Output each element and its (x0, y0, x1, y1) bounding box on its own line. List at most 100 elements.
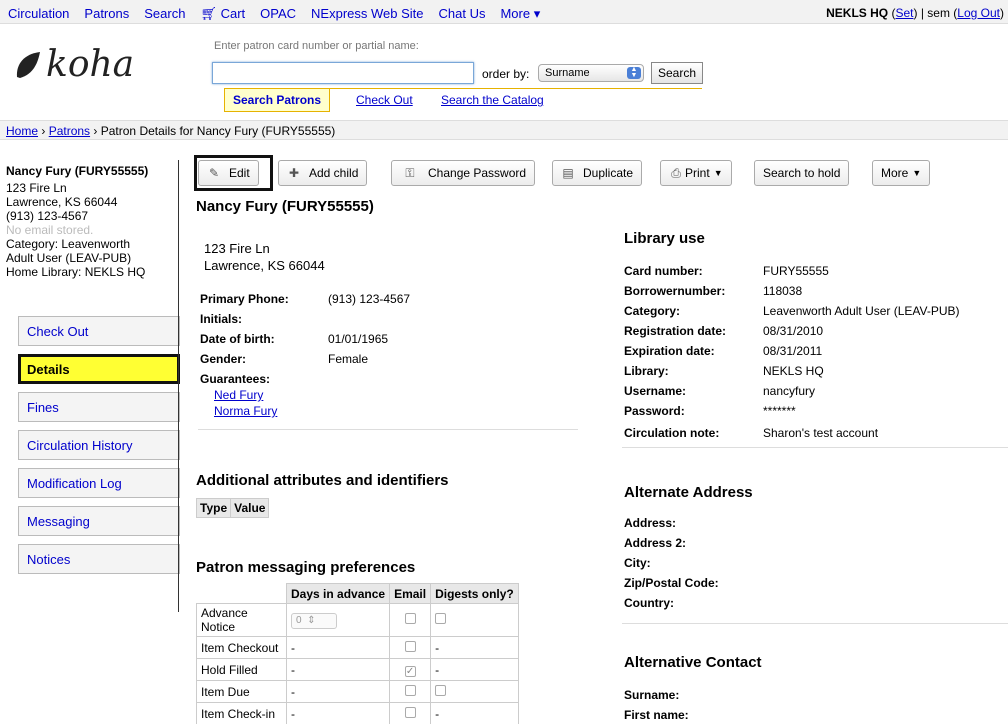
patron-title: Nancy Fury (FURY55555) (196, 198, 374, 215)
column-divider (178, 160, 179, 612)
patron-toolbar: ✎ Edit ✚ Add child ⚿ Change Password ▤ D… (186, 155, 1008, 191)
user-name: | sem ( (920, 6, 958, 20)
guarantee-link[interactable]: Ned Fury (214, 388, 263, 402)
breadcrumb-patrons[interactable]: Patrons (49, 124, 90, 138)
registration-date-label: Registration date: (624, 324, 727, 338)
print-button[interactable]: ⎙ Print ▼ (660, 160, 732, 186)
sidebar-item-check-out[interactable]: Check Out (18, 316, 180, 346)
username-label: Username: (624, 384, 687, 398)
table-row: Item Checkout - - (196, 636, 519, 659)
add-child-button[interactable]: ✚ Add child (278, 160, 368, 186)
gender-label: Gender: (200, 352, 247, 366)
summary-category-cont: Adult User (LEAV-PUB) (6, 251, 132, 265)
days-in-advance-stepper[interactable]: 0 ⇕ (291, 612, 337, 629)
alt-country-label: Country: (624, 596, 674, 610)
tab-check-out[interactable]: Check Out (356, 93, 413, 107)
tab-search-patrons[interactable]: Search Patrons (224, 89, 331, 112)
guarantee-link[interactable]: Norma Fury (214, 404, 277, 418)
message-type: Hold Filled (196, 658, 287, 681)
logo-text: koha (46, 44, 135, 85)
duplicate-button[interactable]: ▤ Duplicate (552, 160, 643, 186)
breadcrumb-sep: › (41, 124, 46, 138)
cart-icon: 🛒︎ (200, 6, 217, 21)
breadcrumb-home[interactable]: Home (6, 124, 38, 138)
koha-leaf-icon (16, 51, 40, 78)
email-checkbox-checked[interactable]: ✓ (404, 665, 416, 677)
email-checkbox[interactable] (404, 706, 416, 718)
email-checkbox[interactable] (404, 684, 416, 696)
username-value: nancyfury (763, 384, 816, 398)
sidebar-item-circulation-history[interactable]: Circulation History (18, 430, 180, 460)
search-button[interactable]: Search (651, 62, 703, 84)
message-type: Advance Notice (196, 603, 287, 637)
digest-cell: - (430, 636, 519, 659)
change-password-button[interactable]: ⚿ Change Password (391, 160, 536, 186)
email-checkbox[interactable] (404, 613, 416, 624)
more-button[interactable]: More ▼ (872, 160, 931, 186)
more-label: More (881, 166, 909, 180)
table-row: Hold Filled - ✓ - (196, 658, 519, 681)
summary-home-library: Home Library: NEKLS HQ (6, 265, 146, 279)
card-number-value: FURY55555 (763, 264, 829, 278)
caret-down-icon: ▼ (912, 168, 922, 178)
library-use-title: Library use (624, 230, 705, 247)
search-to-hold-button[interactable]: Search to hold (754, 160, 850, 186)
patron-summary: Nancy Fury (FURY55555) 123 Fire Ln Lawre… (6, 164, 178, 279)
email-cell: ✓ (389, 658, 432, 681)
circulation-note-value: Sharon's test account (763, 426, 879, 440)
sidebar-item-messaging[interactable]: Messaging (18, 506, 180, 536)
logout-link[interactable]: Log Out (957, 6, 1000, 20)
set-branch-link[interactable]: Set (895, 6, 913, 20)
patron-search-input[interactable] (212, 62, 474, 84)
nav-circulation[interactable]: Circulation (8, 6, 69, 22)
search-tabs: Search Patrons Check Out Search the Cata… (224, 88, 702, 112)
close-paren: ) (1000, 6, 1004, 20)
email-checkbox[interactable] (404, 640, 416, 652)
digest-checkbox[interactable] (435, 613, 447, 624)
top-nav: Circulation Patrons Search 🛒︎ Cart OPAC … (8, 6, 555, 22)
nav-opac[interactable]: OPAC (260, 6, 296, 22)
email-cell (389, 680, 432, 703)
attributes-title: Additional attributes and identifiers (196, 472, 449, 489)
registration-date-value: 08/31/2010 (763, 324, 824, 338)
messaging-header-digests: Digests only? (430, 583, 519, 604)
sidebar-item-modification-log[interactable]: Modification Log (18, 468, 180, 498)
digest-checkbox[interactable] (435, 684, 447, 696)
tab-search-catalog[interactable]: Search the Catalog (441, 93, 544, 107)
branch-name: NEKLS HQ (826, 6, 889, 20)
alt-zip-label: Zip/Postal Code: (624, 576, 719, 590)
alt-address-label: Address: (624, 516, 677, 530)
library-use-details: Card number: FURY55555 Borrowernumber: 1… (622, 258, 1008, 448)
summary-category: Category: Leavenworth (6, 237, 131, 251)
nav-patrons[interactable]: Patrons (84, 6, 129, 22)
order-by-select[interactable]: Surname ▲ ▼ (538, 64, 644, 82)
patron-address: 123 Fire Ln Lawrence, KS 66044 (204, 240, 325, 274)
sidebar-item-fines[interactable]: Fines (18, 392, 180, 422)
nav-search[interactable]: Search (144, 6, 185, 22)
days-cell: - (285, 702, 391, 724)
digest-cell (430, 680, 519, 703)
dob-value: 01/01/1965 (328, 332, 389, 346)
circulation-note-label: Circulation note: (624, 426, 720, 440)
edit-icon: ✎ (208, 166, 220, 180)
top-nav-bar: Circulation Patrons Search 🛒︎ Cart OPAC … (0, 0, 1008, 24)
nav-cart[interactable]: 🛒︎ Cart (200, 6, 245, 22)
attr-header-type: Type (195, 498, 232, 518)
nav-chat-us[interactable]: Chat Us (439, 6, 486, 22)
summary-phone: (913) 123-4567 (6, 209, 89, 223)
duplicate-icon: ▤ (562, 166, 574, 180)
nav-nexpress[interactable]: NExpress Web Site (311, 6, 423, 22)
days-cell: - (285, 680, 391, 703)
edit-button[interactable]: ✎ Edit (198, 160, 259, 186)
digest-cell: - (430, 658, 519, 681)
add-child-label: Add child (309, 166, 359, 180)
koha-logo[interactable]: koha (14, 44, 134, 85)
sidebar-item-notices[interactable]: Notices (18, 544, 180, 574)
sidebar-item-details[interactable]: Details (18, 354, 180, 384)
messaging-title: Patron messaging preferences (196, 559, 416, 576)
expiration-date-label: Expiration date: (624, 344, 715, 358)
table-header-row: Days in advance Email Digests only? (196, 583, 519, 604)
nav-more[interactable]: More ▾ (500, 6, 540, 22)
nav-more-label: More (500, 6, 531, 21)
duplicate-label: Duplicate (583, 166, 634, 180)
